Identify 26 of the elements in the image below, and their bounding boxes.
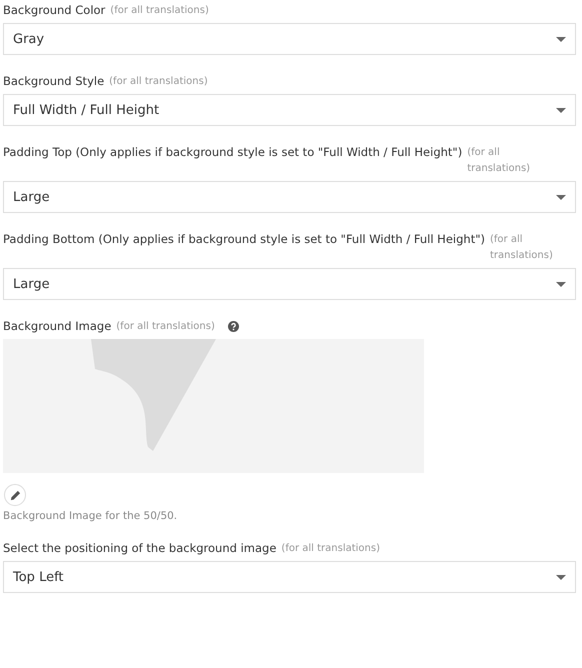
select-field[interactable]: Large: [3, 181, 576, 213]
field-note: (for all translations): [116, 320, 215, 334]
select-field[interactable]: Large: [3, 268, 576, 300]
edit-button[interactable]: [4, 484, 26, 506]
pencil-icon: [10, 490, 20, 500]
field-label: Background Color: [3, 3, 106, 18]
field-label: Background Image: [3, 319, 112, 334]
field-note: (for all translations): [467, 146, 532, 176]
caret-icon: [556, 194, 566, 200]
field-label: Padding Top (Only applies if background style is set to "Full Width / Full Height"): [3, 145, 462, 160]
select-field[interactable]: Top Left: [3, 561, 576, 593]
select-field[interactable]: Gray: [3, 23, 576, 55]
field-description: Background Image for the 50/50.: [3, 510, 178, 522]
field-label: Background Style: [3, 74, 104, 89]
caret-icon: [556, 574, 566, 580]
select-field[interactable]: Full Width / Full Height: [3, 94, 576, 126]
field-note: (for all translations): [110, 4, 209, 18]
field-note: (for all translations): [281, 542, 380, 556]
field-label: Padding Bottom (Only applies if background style is set to "Full Width / Full Height"): [3, 232, 485, 247]
caret-icon: [556, 282, 566, 286]
caret-icon: [556, 108, 566, 112]
field-note: (for all translations): [109, 75, 208, 89]
field-note: (for all translations): [490, 233, 554, 263]
field-label: Select the positioning of the background image: [3, 541, 276, 556]
caret-icon: [556, 36, 566, 42]
help-icon[interactable]: [228, 321, 239, 332]
